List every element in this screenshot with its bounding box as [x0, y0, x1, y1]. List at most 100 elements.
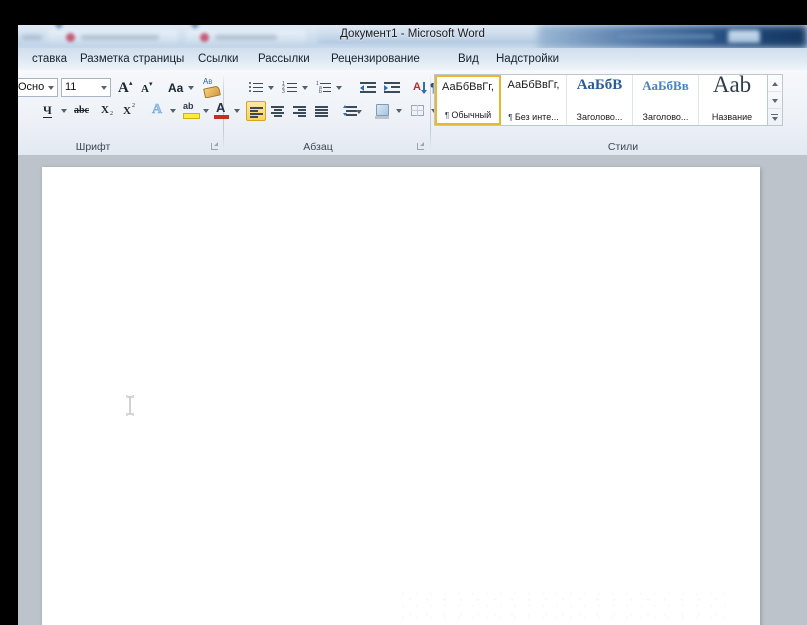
chevron-down-icon	[101, 86, 107, 90]
highlight-color-swatch	[183, 113, 200, 119]
style-item-zagolovok-2[interactable]: АаБбВв Заголово...	[633, 75, 699, 125]
increase-indent-icon	[384, 82, 400, 93]
chevron-down-icon	[356, 110, 362, 114]
styles-scroll-up-button[interactable]	[768, 75, 781, 92]
tab-rassylki[interactable]: Рассылки	[252, 50, 316, 68]
text-effects-icon: A	[152, 102, 163, 117]
align-center-button[interactable]	[268, 101, 288, 121]
font-dialog-launcher[interactable]	[210, 142, 220, 152]
style-item-zagolovok-1[interactable]: АаБбВ Заголово...	[567, 75, 633, 125]
chevron-down-icon	[170, 109, 176, 113]
numbering-dropdown[interactable]	[300, 78, 311, 97]
chevron-down-icon	[203, 109, 209, 113]
grow-font-button[interactable]: A ▴	[115, 78, 137, 97]
change-case-button[interactable]: Aa	[166, 78, 196, 97]
ribbon-tab-strip: ставка Разметка страницы Ссылки Рассылки…	[18, 48, 807, 71]
tab-recenzirovanie[interactable]: Рецензирование	[325, 50, 426, 68]
styles-scroll-down-button[interactable]	[768, 92, 781, 109]
chevron-down-icon	[268, 86, 274, 90]
strikethrough-button[interactable]: abc	[72, 101, 96, 121]
more-styles-icon	[771, 114, 778, 115]
tab-vid[interactable]: Вид	[452, 50, 485, 68]
document-page[interactable]	[42, 167, 760, 625]
shading-button[interactable]	[373, 101, 394, 121]
styles-gallery[interactable]: АаБбВвГг, ¶ Обычный АаБбВвГг, ¶ Без инте…	[434, 74, 768, 126]
highlight-icon: ab	[183, 101, 194, 111]
shrink-font-button[interactable]: A ▾	[138, 78, 160, 97]
font-name-combo[interactable]: Осно	[18, 78, 58, 97]
style-item-bez-intervala[interactable]: АаБбВвГг, ¶ Без инте...	[501, 75, 567, 125]
chevron-down-icon	[772, 117, 778, 121]
change-case-label: Aa	[168, 81, 184, 95]
text-effects-dropdown[interactable]	[168, 101, 179, 121]
font-color-swatch	[214, 115, 229, 119]
style-item-obychnyy[interactable]: АаБбВвГг, ¶ Обычный	[435, 75, 501, 125]
font-size-value: 11	[65, 81, 77, 93]
text-effects-button[interactable]: A	[148, 101, 168, 121]
multilevel-list-dropdown[interactable]	[334, 78, 345, 97]
grow-font-label: A	[118, 80, 129, 96]
strikethrough-label: abc	[74, 105, 89, 116]
numbering-button[interactable]: 1 2 3	[280, 78, 300, 97]
tab-razmetka[interactable]: Разметка страницы	[74, 50, 190, 68]
multilevel-list-icon: 1 a b	[316, 81, 332, 94]
bullets-dropdown[interactable]	[266, 78, 277, 97]
style-item-nazvanie[interactable]: Aab Название	[699, 75, 765, 125]
styles-scroll-buttons[interactable]	[768, 74, 783, 126]
page-faint-artifact	[400, 589, 730, 625]
style-sample: АаБбВвГг,	[507, 79, 560, 91]
text-highlight-dropdown[interactable]	[201, 101, 212, 121]
superscript-label: X	[123, 105, 131, 117]
borders-button[interactable]	[408, 101, 429, 121]
shading-icon	[376, 104, 389, 116]
paragraph-group-label: Абзац	[303, 141, 333, 153]
align-right-button[interactable]	[290, 101, 310, 121]
style-label: Название	[711, 112, 753, 122]
align-left-button[interactable]	[246, 101, 266, 121]
justify-button[interactable]	[312, 101, 332, 121]
multilevel-list-button[interactable]: 1 a b	[314, 78, 334, 97]
scroll-up-icon	[772, 82, 778, 86]
font-group-label: Шрифт	[75, 141, 111, 153]
tab-ssylki[interactable]: Ссылки	[192, 50, 245, 68]
style-sample: АаБбВвГг,	[442, 81, 494, 93]
font-color-dropdown[interactable]	[232, 101, 243, 121]
document-workspace	[18, 155, 807, 625]
superscript-button[interactable]: X 2	[120, 101, 142, 121]
font-color-button[interactable]: A	[212, 101, 232, 121]
tab-nadstroyki[interactable]: Надстройки	[490, 50, 565, 68]
clear-formatting-icon: AB	[203, 77, 213, 87]
style-label: Заголово...	[642, 112, 689, 122]
text-highlight-button[interactable]: ab	[181, 101, 201, 121]
bullets-button[interactable]	[246, 78, 266, 97]
paragraph-dialog-launcher[interactable]	[416, 142, 426, 152]
chevron-down-icon	[302, 86, 308, 90]
justify-icon	[315, 106, 328, 117]
shading-dropdown[interactable]	[394, 101, 405, 121]
sort-icon: A	[413, 81, 421, 93]
clear-formatting-button[interactable]: AB	[200, 77, 222, 98]
window-title: Документ1 - Microsoft Word	[340, 28, 485, 40]
style-label: ¶ Без инте...	[508, 112, 559, 122]
style-sample: АаБбВ	[576, 77, 623, 93]
underline-button[interactable]: Ч	[38, 101, 58, 121]
shrink-font-label: A	[141, 83, 149, 95]
text-ibeam-cursor	[126, 395, 134, 416]
line-spacing-button[interactable]	[340, 101, 362, 121]
subscript-button[interactable]: X 2	[98, 101, 120, 121]
up-arrow-icon: ▴	[129, 79, 133, 87]
decrease-indent-button[interactable]	[357, 78, 379, 97]
subscript-label: X	[101, 104, 109, 116]
style-sample: АаБбВв	[642, 78, 689, 93]
chevron-down-icon	[48, 86, 54, 90]
font-color-icon: A	[216, 101, 226, 115]
font-size-combo[interactable]: 11	[61, 78, 111, 97]
underline-dropdown[interactable]	[58, 101, 70, 121]
chevron-down-icon	[61, 109, 67, 113]
align-right-icon	[293, 106, 306, 117]
shading-color-swatch	[375, 116, 389, 119]
tab-vstavka[interactable]: ставка	[26, 50, 73, 68]
increase-indent-button[interactable]	[381, 78, 403, 97]
align-center-icon	[271, 106, 284, 117]
styles-more-button[interactable]	[768, 109, 781, 126]
